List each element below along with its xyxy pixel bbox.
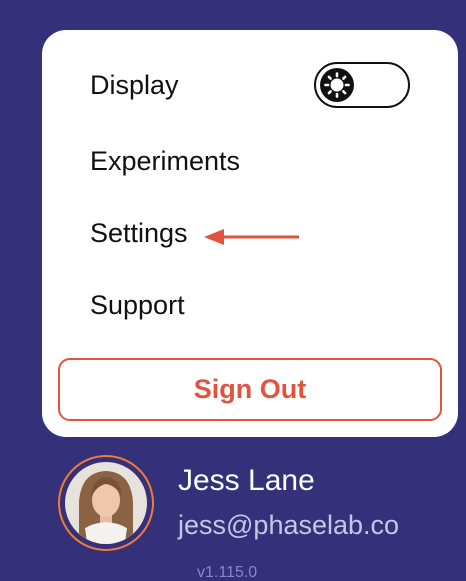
sign-out-button[interactable]: Sign Out (58, 358, 442, 421)
toggle-knob (320, 68, 354, 102)
menu-item-settings[interactable]: Settings (90, 220, 188, 247)
version-label: v1.115.0 (197, 564, 258, 581)
user-photo (65, 462, 147, 544)
menu-item-experiments[interactable]: Experiments (90, 148, 240, 175)
menu-item-display[interactable]: Display (90, 72, 179, 99)
display-toggle[interactable] (314, 62, 410, 108)
user-email: jess@phaselab.co (178, 510, 400, 540)
avatar[interactable] (58, 455, 154, 551)
menu-item-support[interactable]: Support (90, 292, 185, 319)
sun-icon (324, 72, 350, 98)
arrow-left-icon (204, 229, 299, 245)
user-name: Jess Lane (178, 464, 315, 497)
account-menu: Display Experiments Settings Support Sig… (42, 30, 458, 437)
